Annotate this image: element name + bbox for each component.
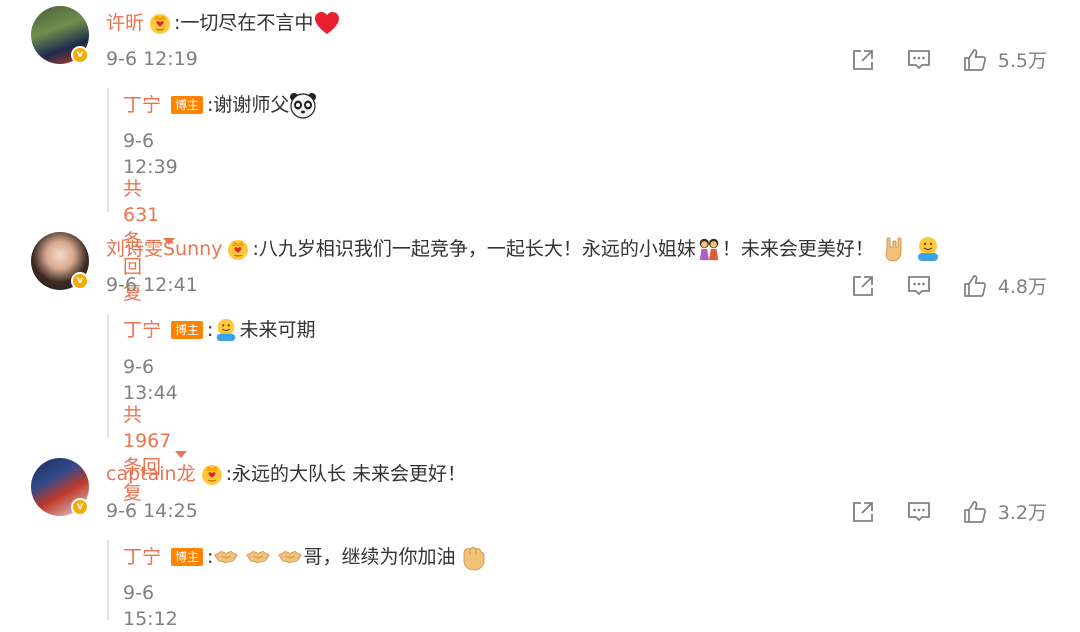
avatar[interactable]: v bbox=[31, 6, 89, 64]
sisters-emoji-icon bbox=[696, 236, 722, 262]
comment-text-end: ！未来会更美好！ bbox=[721, 238, 874, 260]
reply-block: 丁宁 博主 :谢谢师父 9-6 12:39 共631条回复 bbox=[107, 88, 109, 304]
username[interactable]: captain龙 bbox=[106, 461, 196, 487]
panda-emoji-icon bbox=[289, 91, 317, 119]
rock-hand-emoji-icon bbox=[880, 235, 908, 263]
share-icon[interactable] bbox=[850, 499, 876, 525]
reply-timestamp: 9-6 13:44 bbox=[123, 356, 178, 404]
heart-emoji-icon bbox=[313, 9, 341, 37]
more-replies-label: 共1967条回复 bbox=[123, 404, 172, 504]
reply-text: 哥，继续为你加油 bbox=[303, 546, 456, 568]
thumbs-up-icon[interactable] bbox=[962, 273, 988, 299]
comment-text: :永远的大队长 未来会更好！ bbox=[225, 463, 467, 485]
verified-badge-icon: v bbox=[71, 46, 89, 64]
timestamp: 9-6 12:19 bbox=[106, 48, 198, 70]
crown-heart-icon bbox=[226, 237, 250, 261]
handshake-emoji-icon bbox=[245, 544, 271, 570]
avatar[interactable]: v bbox=[31, 232, 89, 290]
chevron-down-icon bbox=[175, 450, 188, 458]
like-count: 3.2万 bbox=[997, 502, 1047, 524]
handshake-emoji-icon bbox=[277, 544, 303, 570]
reply-text: 未来可期 bbox=[239, 319, 316, 341]
timestamp: 9-6 14:25 bbox=[106, 500, 198, 522]
share-icon[interactable] bbox=[850, 47, 876, 73]
reply-block: 丁宁 博主 : 哥，继续为你加油 9-6 15:12 bbox=[107, 540, 109, 630]
comment-text: :一切尽在不言中 bbox=[174, 12, 314, 34]
comment-icon[interactable] bbox=[906, 273, 932, 299]
fist-emoji-icon bbox=[459, 543, 487, 571]
reply-username[interactable]: 丁宁 bbox=[123, 92, 161, 118]
comment-icon[interactable] bbox=[906, 47, 932, 73]
reply-text: :谢谢师父 bbox=[207, 94, 290, 116]
username[interactable]: 刘诗雯Sunny bbox=[106, 236, 222, 262]
hug-emoji-icon bbox=[914, 235, 942, 263]
more-replies-link[interactable]: 共1967条回复 bbox=[123, 402, 188, 506]
handshake-emoji-icon bbox=[213, 544, 239, 570]
share-icon[interactable] bbox=[850, 273, 876, 299]
thumbs-up-icon[interactable] bbox=[962, 47, 988, 73]
author-badge: 博主 bbox=[171, 548, 204, 566]
timestamp: 9-6 12:41 bbox=[106, 274, 198, 296]
crown-heart-icon bbox=[148, 11, 172, 35]
reply-username[interactable]: 丁宁 bbox=[123, 544, 161, 570]
reply-timestamp: 9-6 12:39 bbox=[123, 130, 178, 178]
reply-timestamp: 9-6 15:12 bbox=[123, 582, 178, 630]
hug-emoji-icon bbox=[213, 317, 239, 343]
username[interactable]: 许昕 bbox=[106, 10, 144, 36]
like-count: 4.8万 bbox=[997, 276, 1047, 298]
thumbs-up-icon[interactable] bbox=[962, 499, 988, 525]
verified-badge-icon: v bbox=[71, 272, 89, 290]
avatar[interactable]: v bbox=[31, 458, 89, 516]
crown-heart-icon bbox=[200, 462, 224, 486]
reply-username[interactable]: 丁宁 bbox=[123, 317, 161, 343]
author-badge: 博主 bbox=[171, 321, 204, 339]
author-badge: 博主 bbox=[171, 96, 204, 114]
verified-badge-icon: v bbox=[71, 498, 89, 516]
like-count: 5.5万 bbox=[997, 50, 1047, 72]
reply-block: 丁宁 博主 : 未来可期 9-6 13:44 共1967条回复 bbox=[107, 314, 315, 504]
comment-icon[interactable] bbox=[906, 499, 932, 525]
comment-text: :八九岁相识我们一起竞争，一起长大！永远的小姐妹 bbox=[252, 238, 696, 260]
